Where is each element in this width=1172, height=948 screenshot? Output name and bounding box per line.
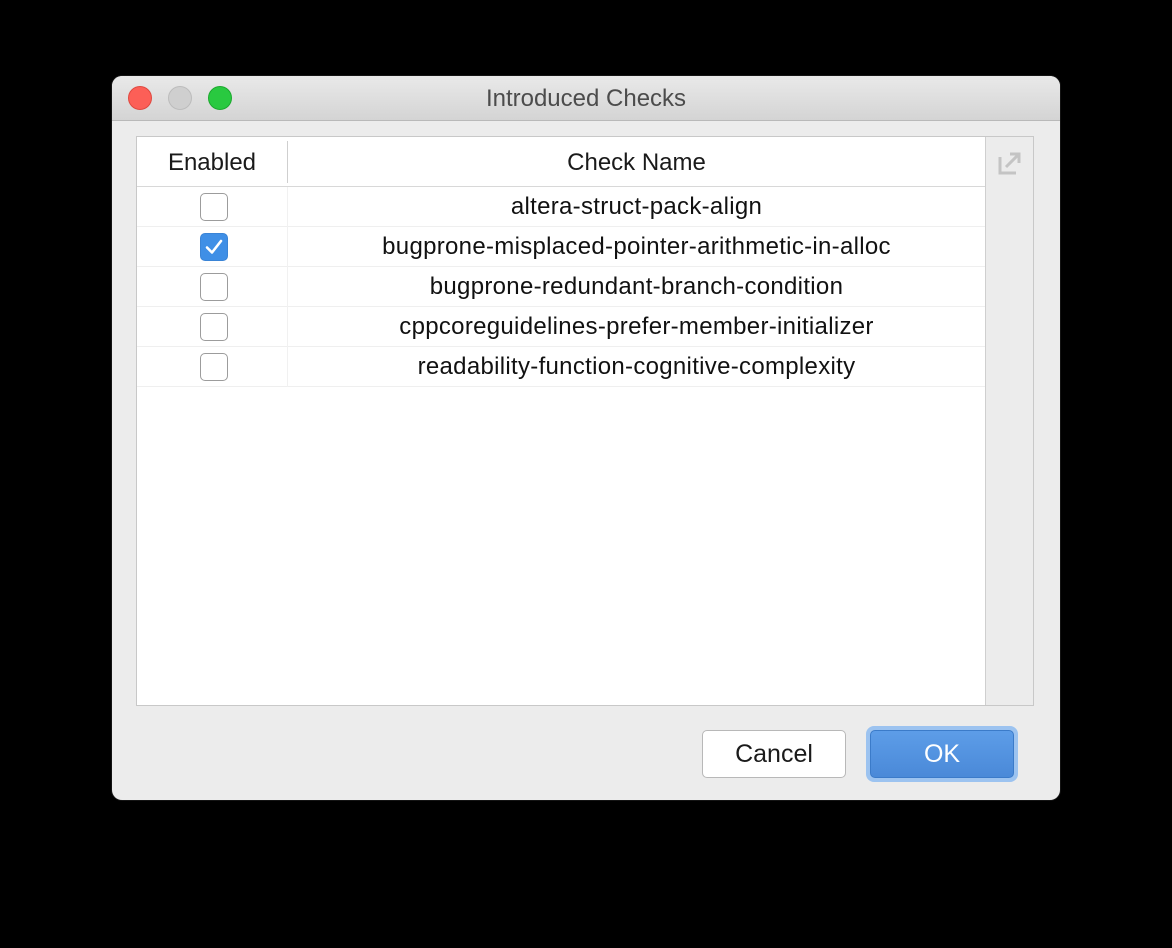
close-icon[interactable] [128,86,152,110]
zoom-icon[interactable] [208,86,232,110]
enabled-checkbox[interactable] [200,193,228,221]
table-row[interactable]: readability-function-cognitive-complexit… [137,347,985,387]
check-name-cell: bugprone-misplaced-pointer-arithmetic-in… [382,233,891,260]
column-header-check-name[interactable]: Check Name [288,137,985,187]
enabled-checkbox[interactable] [200,233,228,261]
title-bar: Introduced Checks [112,76,1060,121]
check-name-cell: altera-struct-pack-align [510,193,763,220]
ok-button[interactable]: OK [870,730,1014,778]
table-row[interactable]: cppcoreguidelines-prefer-member-initiali… [137,307,985,347]
check-name-cell: cppcoreguidelines-prefer-member-initiali… [399,313,874,340]
enabled-checkbox[interactable] [200,313,228,341]
cancel-button[interactable]: Cancel [702,730,846,778]
table-row[interactable]: bugprone-redundant-branch-condition [137,267,985,307]
column-header-enabled[interactable]: Enabled [137,137,287,187]
window-title: Introduced Checks [485,85,687,112]
export-icon[interactable] [996,149,1024,177]
dialog-window: Introduced Checks Enabled Check Name alt… [112,76,1060,800]
checkmark-icon [205,239,223,254]
minimize-icon[interactable] [168,86,192,110]
table-header: Enabled Check Name [137,137,985,187]
check-name-cell: readability-function-cognitive-complexit… [417,353,856,380]
table-row[interactable]: bugprone-misplaced-pointer-arithmetic-in… [137,227,985,267]
table-row[interactable]: altera-struct-pack-align [137,187,985,227]
enabled-checkbox[interactable] [200,353,228,381]
enabled-checkbox[interactable] [200,273,228,301]
checks-table-panel: Enabled Check Name altera-struct-pack-al… [136,136,1034,706]
side-toolbar [985,137,1033,705]
check-name-cell: bugprone-redundant-branch-condition [429,273,844,300]
